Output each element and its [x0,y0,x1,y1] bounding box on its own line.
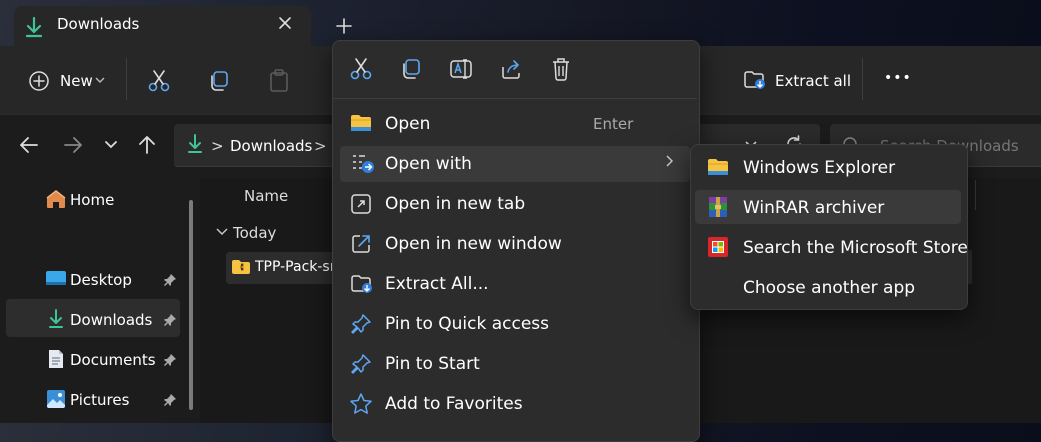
share-icon[interactable] [500,58,522,80]
menu-item-label: Open [385,114,431,134]
group-header-today[interactable]: Today [233,224,276,242]
chevron-down-icon [95,76,105,84]
toolbar-divider [862,58,863,100]
new-window-icon [350,233,372,255]
add-circle-icon [28,70,50,92]
extract-icon [350,273,374,295]
pictures-icon [46,389,66,409]
back-arrow-icon[interactable] [19,136,39,154]
breadcrumb-downloads[interactable]: Downloads [230,137,312,155]
extract-all-button[interactable]: Extract all [775,72,851,90]
documents-icon [47,349,65,369]
column-divider[interactable] [975,180,976,210]
copy-icon[interactable] [400,58,422,80]
download-icon [24,16,44,38]
submenu-item-label: WinRAR archiver [743,198,885,218]
pin-icon [163,273,177,287]
submenu-item-label: Search the Microsoft Store [743,238,968,258]
paste-icon[interactable] [268,69,290,93]
download-icon [186,134,204,154]
file-name: TPP-Pack-sr [255,259,336,275]
winrar-icon [707,196,729,218]
nav-pane-scrollbar[interactable] [189,200,193,410]
menu-item-label: Extract All... [385,274,489,294]
toolbar-divider [126,58,127,100]
chevron-right-icon [665,154,675,168]
folder-icon [350,114,372,132]
zip-folder-icon [231,259,251,275]
open-with-icon [351,153,375,175]
context-menu-divider [333,98,697,99]
recent-locations-chevron-icon[interactable] [104,140,118,150]
chevron-down-icon[interactable] [216,228,228,236]
sidebar-item-label: Downloads [70,311,153,329]
star-icon [349,392,373,416]
menu-item-label: Open in new tab [385,194,526,214]
forward-arrow-icon[interactable] [63,136,83,154]
delete-icon[interactable] [551,57,571,81]
close-icon[interactable] [276,14,294,32]
column-header-name[interactable]: Name [244,187,288,205]
rename-icon[interactable] [450,58,474,80]
pin-icon [163,313,177,327]
new-button-label: New [60,72,93,90]
pin-icon [350,353,372,375]
menu-item-accelerator: Enter [593,115,634,133]
sidebar-item-label: Pictures [70,391,130,409]
pin-icon [163,393,177,407]
menu-item-label: Pin to Start [385,354,480,374]
submenu-item-label: Choose another app [743,278,916,298]
new-tab-button[interactable] [334,16,354,36]
store-icon [707,236,729,258]
menu-item-label: Open in new window [385,234,562,254]
pin-icon [163,353,177,367]
up-arrow-icon[interactable] [138,135,156,155]
sidebar-item-label: Desktop [70,271,132,289]
menu-item-label: Add to Favorites [385,394,523,414]
menu-item-label: Pin to Quick access [385,314,550,334]
breadcrumb-chevron[interactable]: > [314,137,327,155]
menu-item-label: Open with [385,154,472,174]
breadcrumb-chevron: > [211,137,224,155]
extract-icon [743,69,767,91]
desktop-icon [45,270,67,288]
tab-title: Downloads [57,15,140,33]
download-icon [47,309,65,329]
new-tab-icon [350,193,372,215]
cut-icon[interactable] [148,69,170,93]
sidebar-item-label: Documents [70,351,156,369]
sidebar-item-label: Home [70,191,115,209]
submenu-item-label: Windows Explorer [743,158,896,178]
pin-icon [350,313,372,335]
more-options-button[interactable]: ••• [884,70,912,86]
cut-icon[interactable] [350,57,372,81]
folder-icon [707,158,729,176]
copy-icon[interactable] [208,70,230,92]
